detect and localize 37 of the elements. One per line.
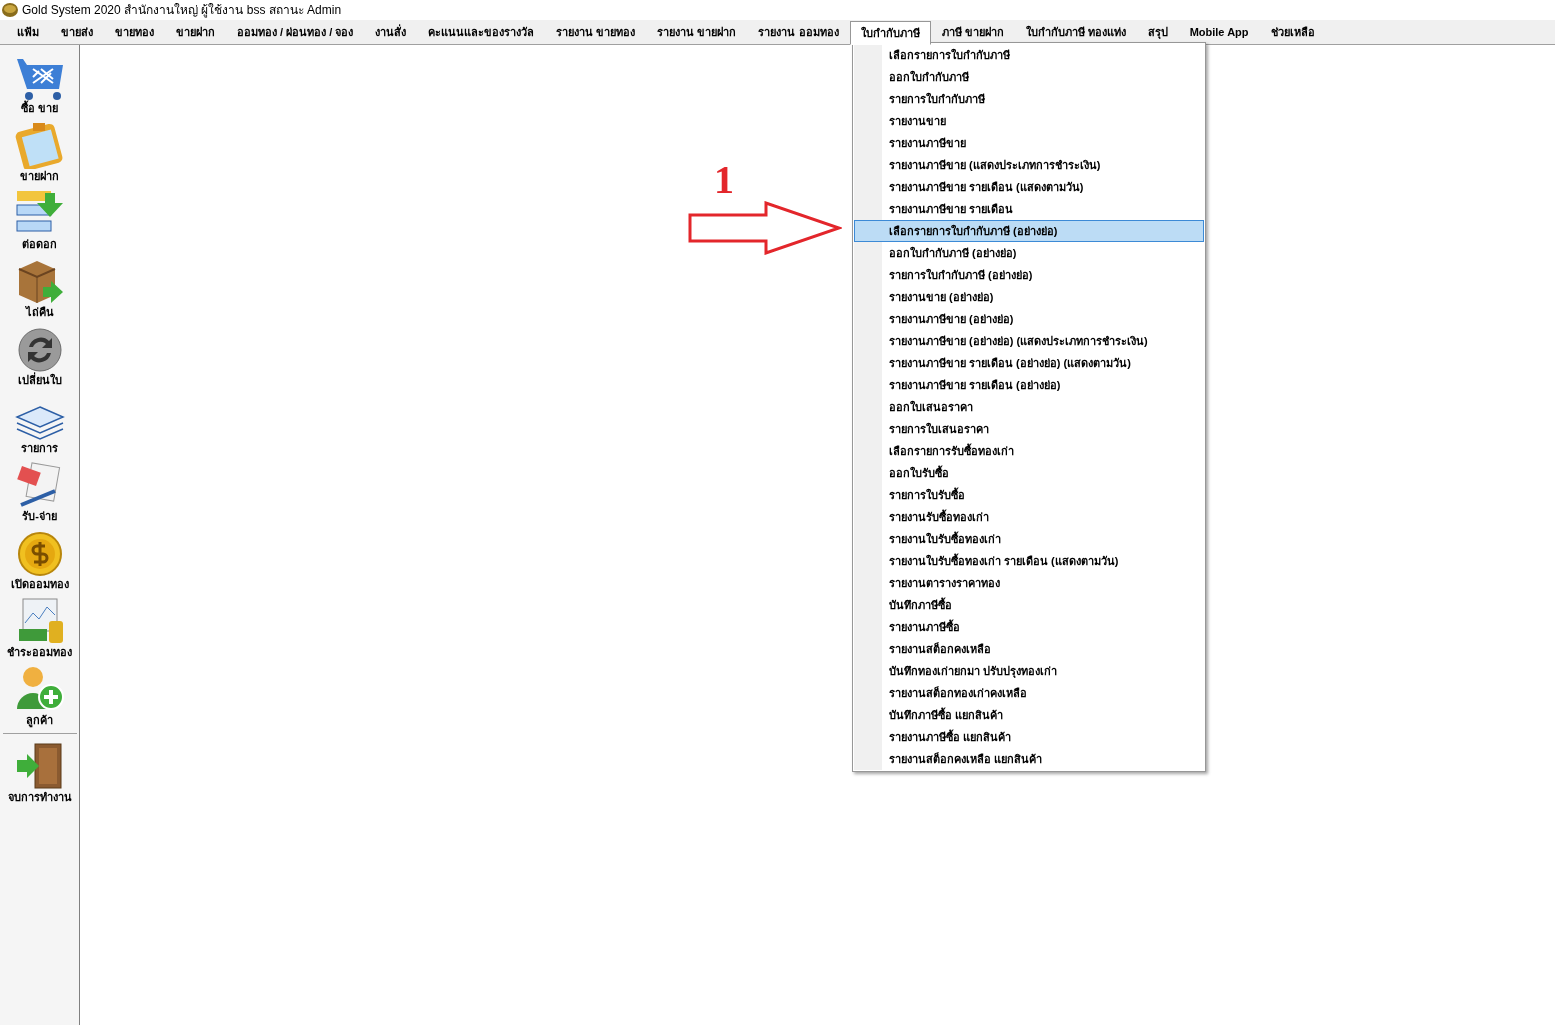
menu-item[interactable]: ใบกำกับภาษี [849, 21, 931, 45]
menu-item[interactable]: ใบกำกับภาษี ทองแท่ง [1014, 20, 1137, 44]
menu-item[interactable]: ออมทอง / ผ่อนทอง / จอง [226, 20, 365, 44]
menu-item[interactable]: รายงาน ขายฝาก [646, 20, 748, 44]
menu-item[interactable]: ขายทอง [104, 20, 165, 44]
sidebar-button[interactable]: ต่อดอก [0, 185, 79, 253]
sidebar-button[interactable]: ซื้อ ขาย [0, 49, 79, 117]
sidebar-button[interactable]: ชำระออมทอง [0, 593, 79, 661]
menu-item[interactable]: คะแนนและของรางวัล [417, 20, 546, 44]
sidebar-button[interactable]: ขายฝาก [0, 117, 79, 185]
exit-icon [14, 742, 65, 790]
annotation-number: 1 [714, 158, 734, 202]
menu-item[interactable]: รายงาน ขายทอง [545, 20, 647, 44]
sidebar-button[interactable]: ไถ่คืน [0, 253, 79, 321]
customer-icon [14, 665, 65, 713]
sidebar-button[interactable]: รับ-จ่าย [0, 457, 79, 525]
menu-item[interactable]: ภาษี ขายฝาก [930, 20, 1015, 44]
sidebar-button[interactable]: เปิดออมทอง [0, 525, 79, 593]
app-logo-icon [2, 3, 18, 17]
coin-icon [16, 531, 63, 577]
menu-item[interactable]: ขายฝาก [165, 20, 226, 44]
exchange-icon [16, 327, 63, 373]
sidebar-button[interactable]: ลูกค้า [0, 661, 79, 729]
sidebar-button[interactable]: จบการทำงาน [0, 738, 79, 806]
cart-icon [14, 57, 65, 101]
window-title: Gold System 2020 สำนักงานใหญ่ ผู้ใช้งาน bss สถานะ Admin [22, 2, 342, 19]
sidebar-button[interactable]: รายการ [0, 389, 79, 457]
menu-item[interactable]: สรุป [1136, 20, 1179, 44]
sidebar-button[interactable]: เปลี่ยนใบ [0, 321, 79, 389]
menu-item[interactable]: แฟ้ม [6, 20, 50, 44]
menu-item[interactable]: ขายส่ง [50, 20, 104, 44]
dropdown-item[interactable]: เลือกรายการใบกำกับภาษี (อย่างย่อ) [854, 220, 1204, 242]
menu-item[interactable]: งานสั่ง [364, 20, 418, 44]
menu-item[interactable]: ช่วยเหลือ [1259, 20, 1326, 44]
layers-icon [14, 405, 65, 441]
menu-item[interactable]: Mobile App [1178, 20, 1260, 44]
menu-item[interactable]: รายงาน ออมทอง [747, 20, 850, 44]
